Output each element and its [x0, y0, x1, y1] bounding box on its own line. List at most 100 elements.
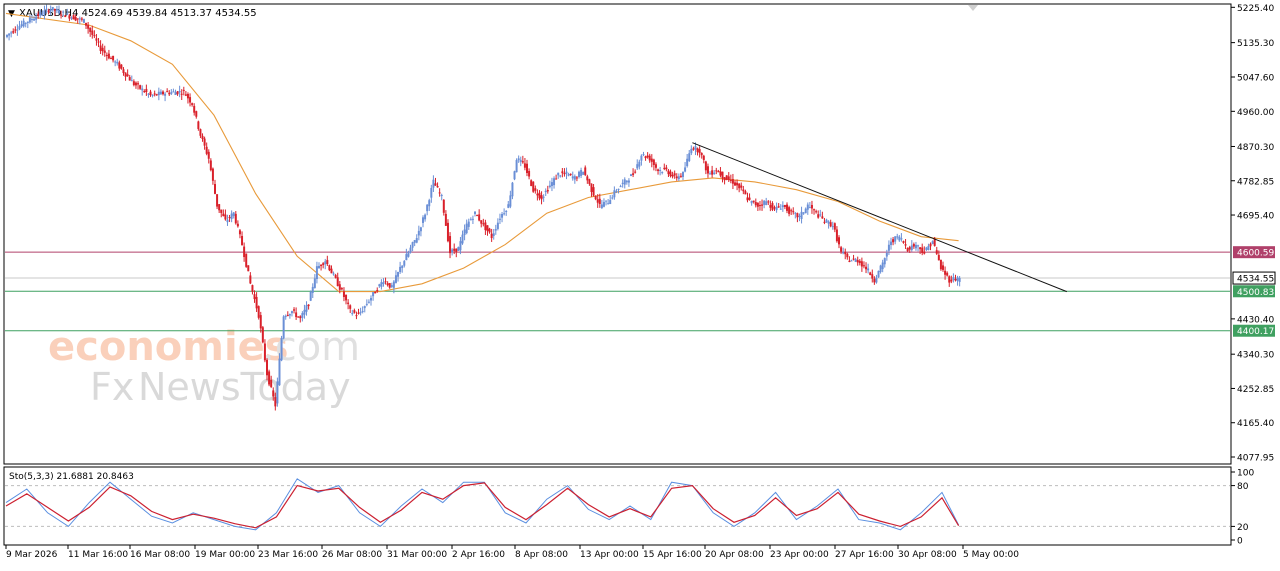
candle-body [232, 212, 235, 217]
candle-body [540, 195, 543, 200]
candle-body [209, 160, 212, 171]
candle-body [881, 262, 884, 270]
candle-body [796, 213, 799, 218]
candle-body [322, 263, 325, 265]
candle-body [526, 163, 528, 174]
watermark: economies .com Fx NewsToday [48, 324, 360, 409]
candle-body [41, 14, 44, 16]
candle-body [488, 228, 491, 233]
candle-body [613, 190, 616, 198]
candle-body [586, 176, 589, 181]
candle-body [345, 294, 348, 301]
candle-body [727, 176, 730, 181]
candle-body [216, 194, 219, 207]
candle-body [484, 222, 487, 231]
candle-body [26, 21, 29, 23]
candle-body [30, 19, 33, 21]
candle-body [607, 203, 610, 205]
candle-body [18, 26, 21, 30]
price-tick-label: 4870.30 [1237, 143, 1274, 153]
candle-body [112, 55, 115, 61]
time-tick-label: 30 Apr 08:00 [898, 550, 957, 560]
candle-body [790, 210, 793, 212]
candle-body [765, 201, 768, 205]
candle-body [652, 159, 655, 165]
candle-body [426, 204, 429, 212]
price-tick-label: 4252.85 [1237, 385, 1274, 395]
candle-body [401, 265, 404, 268]
candle-body [155, 94, 158, 96]
candle-body [110, 58, 112, 60]
candle-body [731, 179, 734, 184]
price-badge-label: 4534.55 [1237, 275, 1274, 285]
candle-body [203, 138, 206, 146]
candle-body [49, 9, 52, 12]
time-tick-label: 31 Mar 00:00 [387, 550, 447, 560]
candle-body [883, 258, 886, 265]
candle-body [399, 266, 402, 272]
price-tick-label: 5135.30 [1237, 39, 1274, 49]
candle-body [394, 275, 397, 283]
candle-body [865, 266, 868, 270]
candle-body [640, 155, 643, 161]
candle-body [569, 173, 572, 175]
candle-body [249, 275, 252, 284]
candle-body [326, 259, 329, 265]
time-tick-label: 23 Apr 00:00 [770, 550, 829, 560]
candle-body [798, 215, 801, 217]
candle-body [956, 277, 959, 281]
candle-body [817, 214, 820, 218]
candle-body [937, 255, 940, 261]
candle-body [877, 270, 880, 278]
candle-body [384, 281, 387, 283]
candle-body [407, 252, 410, 257]
candle-body [370, 297, 372, 301]
candle-body [690, 148, 693, 154]
candle-body [627, 180, 630, 183]
candle-body [241, 236, 244, 246]
price-tick-label: 5225.40 [1237, 4, 1274, 14]
candle-body [444, 213, 447, 226]
candle-body [860, 261, 863, 267]
candle-body [261, 327, 264, 343]
candle-body [193, 105, 196, 113]
candle-body [763, 200, 766, 205]
candle-body [769, 205, 772, 208]
candle-body [946, 272, 949, 276]
candle-body [958, 278, 961, 282]
price-tick-label: 4782.85 [1237, 177, 1274, 187]
candle-body [952, 277, 955, 280]
candle-body [205, 146, 208, 154]
candle-body [97, 41, 100, 43]
candle-body [717, 171, 720, 173]
candle-body [114, 61, 117, 63]
candle-body [794, 212, 797, 214]
candle-body [912, 244, 915, 247]
candle-body [661, 171, 664, 173]
candle-body [582, 171, 585, 175]
candle-body [852, 258, 855, 260]
candle-body [293, 309, 296, 311]
candle-body [871, 274, 874, 279]
candle-body [931, 241, 934, 245]
candle-body [700, 152, 703, 156]
candle-body [257, 306, 260, 318]
price-axis: 5225.40 5135.30 5047.60 4960.00 4870.30 4782.… [1231, 4, 1276, 464]
candle-body [255, 296, 258, 309]
candle-body [301, 313, 304, 318]
candle-body [954, 278, 957, 281]
price-tick-label: 4695.40 [1237, 212, 1274, 222]
candle-body [12, 31, 15, 33]
candle-body [442, 199, 445, 213]
candle-body [320, 264, 323, 267]
candle-body [22, 20, 25, 27]
candle-body [268, 371, 271, 385]
candle-body [403, 261, 406, 266]
candle-body [95, 38, 98, 41]
candle-body [894, 236, 897, 242]
candle-body [453, 248, 456, 251]
candle-body [509, 195, 512, 207]
candle-body [679, 175, 682, 177]
candle-body [602, 201, 605, 207]
candle-body [457, 247, 460, 251]
